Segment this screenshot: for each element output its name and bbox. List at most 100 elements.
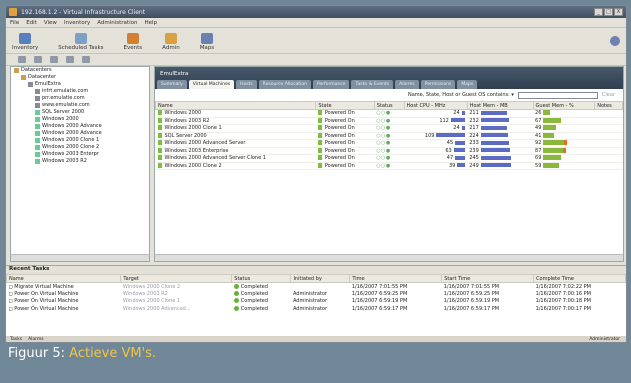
- menu-item-edit[interactable]: Edit: [26, 20, 37, 26]
- tab-strip: Summary Virtual Machines Hosts Resource All…: [155, 80, 478, 89]
- tree-scrollbar[interactable]: [11, 254, 149, 261]
- table-row[interactable]: Windows 2000 Clone 1 Powered On ○○● 24 217 49: [155, 124, 623, 133]
- tab-virtual-machines[interactable]: Virtual Machines: [188, 80, 235, 89]
- menu-item-file[interactable]: File: [10, 20, 19, 26]
- tree-item[interactable]: Windows 2000: [11, 116, 149, 123]
- tab-permissions[interactable]: Permissions: [420, 80, 456, 89]
- events-button[interactable]: Events: [124, 33, 142, 51]
- task-target: Windows 2000 Advanced...: [122, 305, 191, 312]
- window-title: 192.168.1.2 - Virtual Infrastructure Cli…: [21, 8, 146, 16]
- vm-icon: [35, 159, 40, 164]
- back-icon[interactable]: [18, 56, 26, 63]
- task-status-cell: Completed: [232, 305, 291, 313]
- task-time: 1/16/2007 7:01:55 PM: [351, 283, 408, 290]
- column-header[interactable]: Name: [154, 101, 317, 110]
- mem-cell: 249: [467, 162, 534, 170]
- tasks-button[interactable]: Tasks: [10, 337, 22, 342]
- column-header[interactable]: Status: [373, 101, 405, 110]
- forward-icon[interactable]: [34, 56, 42, 63]
- main-panel: EmulExtra Summary Virtual Machines Hosts Re…: [154, 66, 624, 262]
- tree-item[interactable]: Datacenter: [11, 74, 149, 81]
- maps-icon: [200, 33, 213, 44]
- main-scrollbar[interactable]: [155, 254, 623, 261]
- properties-icon[interactable]: [66, 56, 74, 63]
- table-row[interactable]: Windows 2000 Clone 2 Powered On ○○● 39 249 59: [155, 162, 623, 170]
- admin-button[interactable]: Admin: [162, 33, 180, 51]
- vm-powered-icon: [157, 110, 162, 116]
- vm-state-cell: Powered On: [315, 139, 375, 148]
- table-row[interactable]: SQL Server 2000 Powered On ○○● 109 224 41: [155, 132, 623, 140]
- column-header[interactable]: Initiated by: [290, 274, 351, 283]
- refresh-icon[interactable]: [82, 56, 90, 63]
- column-header[interactable]: Complete Time: [533, 274, 626, 283]
- tab-summary[interactable]: Summary: [157, 80, 187, 89]
- scheduled-tasks-button[interactable]: Scheduled Tasks: [58, 33, 104, 51]
- tab-hosts[interactable]: Hosts: [236, 80, 257, 89]
- tree-item[interactable]: Windows 2000 Clone 2: [11, 144, 149, 151]
- task-row[interactable]: ◻ Power On Virtual Machine Windows 2000 C…: [7, 298, 626, 306]
- tab-tasks-events[interactable]: Tasks & Events: [351, 80, 394, 89]
- column-header[interactable]: Host Mem - MB: [466, 101, 534, 110]
- tree-item[interactable]: SQL Server 2000: [11, 109, 149, 116]
- menu-item-view[interactable]: View: [44, 20, 57, 26]
- content-area: Datacenters Datacenter EmulExtra infrt.emul…: [6, 66, 626, 262]
- table-row[interactable]: Windows 2000 Advanced Server Powered On ○○…: [155, 139, 623, 148]
- tree-item[interactable]: Windows 2000 Clone 1: [11, 137, 149, 144]
- tree-item[interactable]: Windows 2000 Advance: [11, 123, 149, 130]
- cpu-value: 112: [439, 117, 449, 124]
- tree-item[interactable]: Datacenters: [11, 67, 149, 74]
- filter-input[interactable]: [517, 91, 598, 99]
- guest-mem-bar: [543, 125, 557, 131]
- table-row[interactable]: Windows 2000 Powered On ○○● 24 211 26: [155, 109, 623, 118]
- alarms-button[interactable]: Alarms: [28, 337, 44, 342]
- tree-item[interactable]: www.emulatie.com: [11, 102, 149, 109]
- new-vm-icon[interactable]: [50, 56, 58, 63]
- column-header[interactable]: Start Time: [441, 274, 535, 283]
- column-header[interactable]: Target: [120, 274, 233, 283]
- task-row[interactable]: ◻ Power On Virtual Machine Windows 2000 A…: [7, 305, 626, 313]
- column-header[interactable]: Time: [349, 274, 443, 283]
- vm-state-icon: [317, 140, 322, 146]
- close-button[interactable]: X: [614, 8, 623, 16]
- column-header[interactable]: Name: [6, 274, 122, 283]
- table-row[interactable]: Windows 2003 R2 Powered On ○○● 112 232 67: [155, 117, 623, 125]
- menu-item-inventory[interactable]: Inventory: [64, 20, 90, 26]
- cpu-value: 24: [453, 110, 460, 117]
- status-bar: Tasks Alarms Administrator: [6, 336, 626, 342]
- tree-item[interactable]: infrt.emulatie.com: [11, 88, 149, 95]
- tab-alarms[interactable]: Alarms: [395, 80, 419, 89]
- tree-item[interactable]: EmulExtra: [11, 81, 149, 88]
- table-row[interactable]: Windows 2003 Enterprise Powered On ○○● 63 23…: [155, 147, 623, 155]
- inventory-tree: Datacenters Datacenter EmulExtra infrt.emul…: [10, 66, 150, 262]
- vm-state: Powered On: [324, 162, 355, 169]
- tree-item[interactable]: Windows 2000 Advance: [11, 130, 149, 137]
- task-row[interactable]: ◻ Power On Virtual Machine Windows 2003 R…: [7, 290, 626, 298]
- menu-item-help[interactable]: Help: [144, 20, 157, 26]
- task-row[interactable]: ◻ Migrate Virtual Machine Windows 2000 Cl…: [7, 283, 626, 291]
- clear-button[interactable]: Clear: [602, 92, 615, 98]
- minimize-button[interactable]: _: [594, 8, 603, 16]
- guest-mem-bar: [543, 155, 562, 161]
- column-header[interactable]: Notes: [594, 101, 623, 110]
- mem-value: 239: [469, 147, 479, 154]
- column-header[interactable]: Guest Mem - %: [532, 101, 596, 110]
- maximize-button[interactable]: □: [604, 8, 613, 16]
- tab-maps[interactable]: Maps: [457, 80, 478, 89]
- inventory-icon: [19, 33, 32, 44]
- inventory-button[interactable]: Inventory: [12, 33, 38, 51]
- vm-powered-icon: [157, 132, 162, 138]
- maps-button[interactable]: Maps: [200, 33, 214, 51]
- column-header[interactable]: Host CPU - MHz: [403, 101, 468, 110]
- tree-item[interactable]: Windows 2003 R2: [11, 158, 149, 165]
- menu-item-administration[interactable]: Administration: [97, 20, 137, 26]
- tab-performance[interactable]: Performance: [312, 80, 350, 89]
- tree-item[interactable]: prr.emulatie.com: [11, 95, 149, 102]
- guest-mem-bar: [543, 147, 567, 153]
- toolbar-label: Admin: [162, 45, 180, 51]
- vm-powered-icon: [157, 162, 162, 168]
- table-row[interactable]: Windows 2000 Advanced Server Clone 1 Powe…: [155, 154, 623, 163]
- tab-resource-allocation[interactable]: Resource Allocation: [258, 80, 311, 89]
- column-header[interactable]: State: [315, 101, 375, 110]
- column-header[interactable]: Status: [231, 274, 292, 283]
- tree-item[interactable]: Windows 2003 Enterpr: [11, 151, 149, 158]
